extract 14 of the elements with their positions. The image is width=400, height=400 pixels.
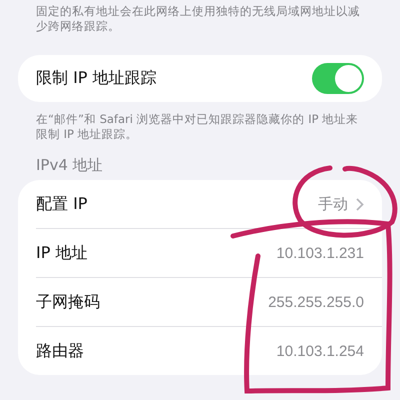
row-label: 子网掩码 [36,292,100,312]
value-link[interactable]: 手动 [318,194,364,214]
row-label: 配置 IP [36,194,88,214]
footnote-text: 在“邮件”和 Safari 浏览器中对已知跟踪器隐藏你的 IP 地址来限制 IP 地址跟踪。 [35,112,360,142]
row-value: 10.103.1.254 [276,342,364,360]
row-value: 10.103.1.231 [276,244,364,262]
row-label: 限制 IP 地址跟踪 [36,68,157,89]
section-header: IPv4 地址 [36,156,104,174]
row-label: IP 地址 [36,242,88,264]
description-text: 固定的私有地址会在此网络上使用独特的无线局域网地址以减少跨网络跟踪。 [35,4,361,34]
toggle-switch[interactable] [312,63,364,94]
chevron-icon [356,198,364,210]
row-value: 255.255.255.0 [268,294,364,310]
row-label: 路由器 [36,340,84,362]
